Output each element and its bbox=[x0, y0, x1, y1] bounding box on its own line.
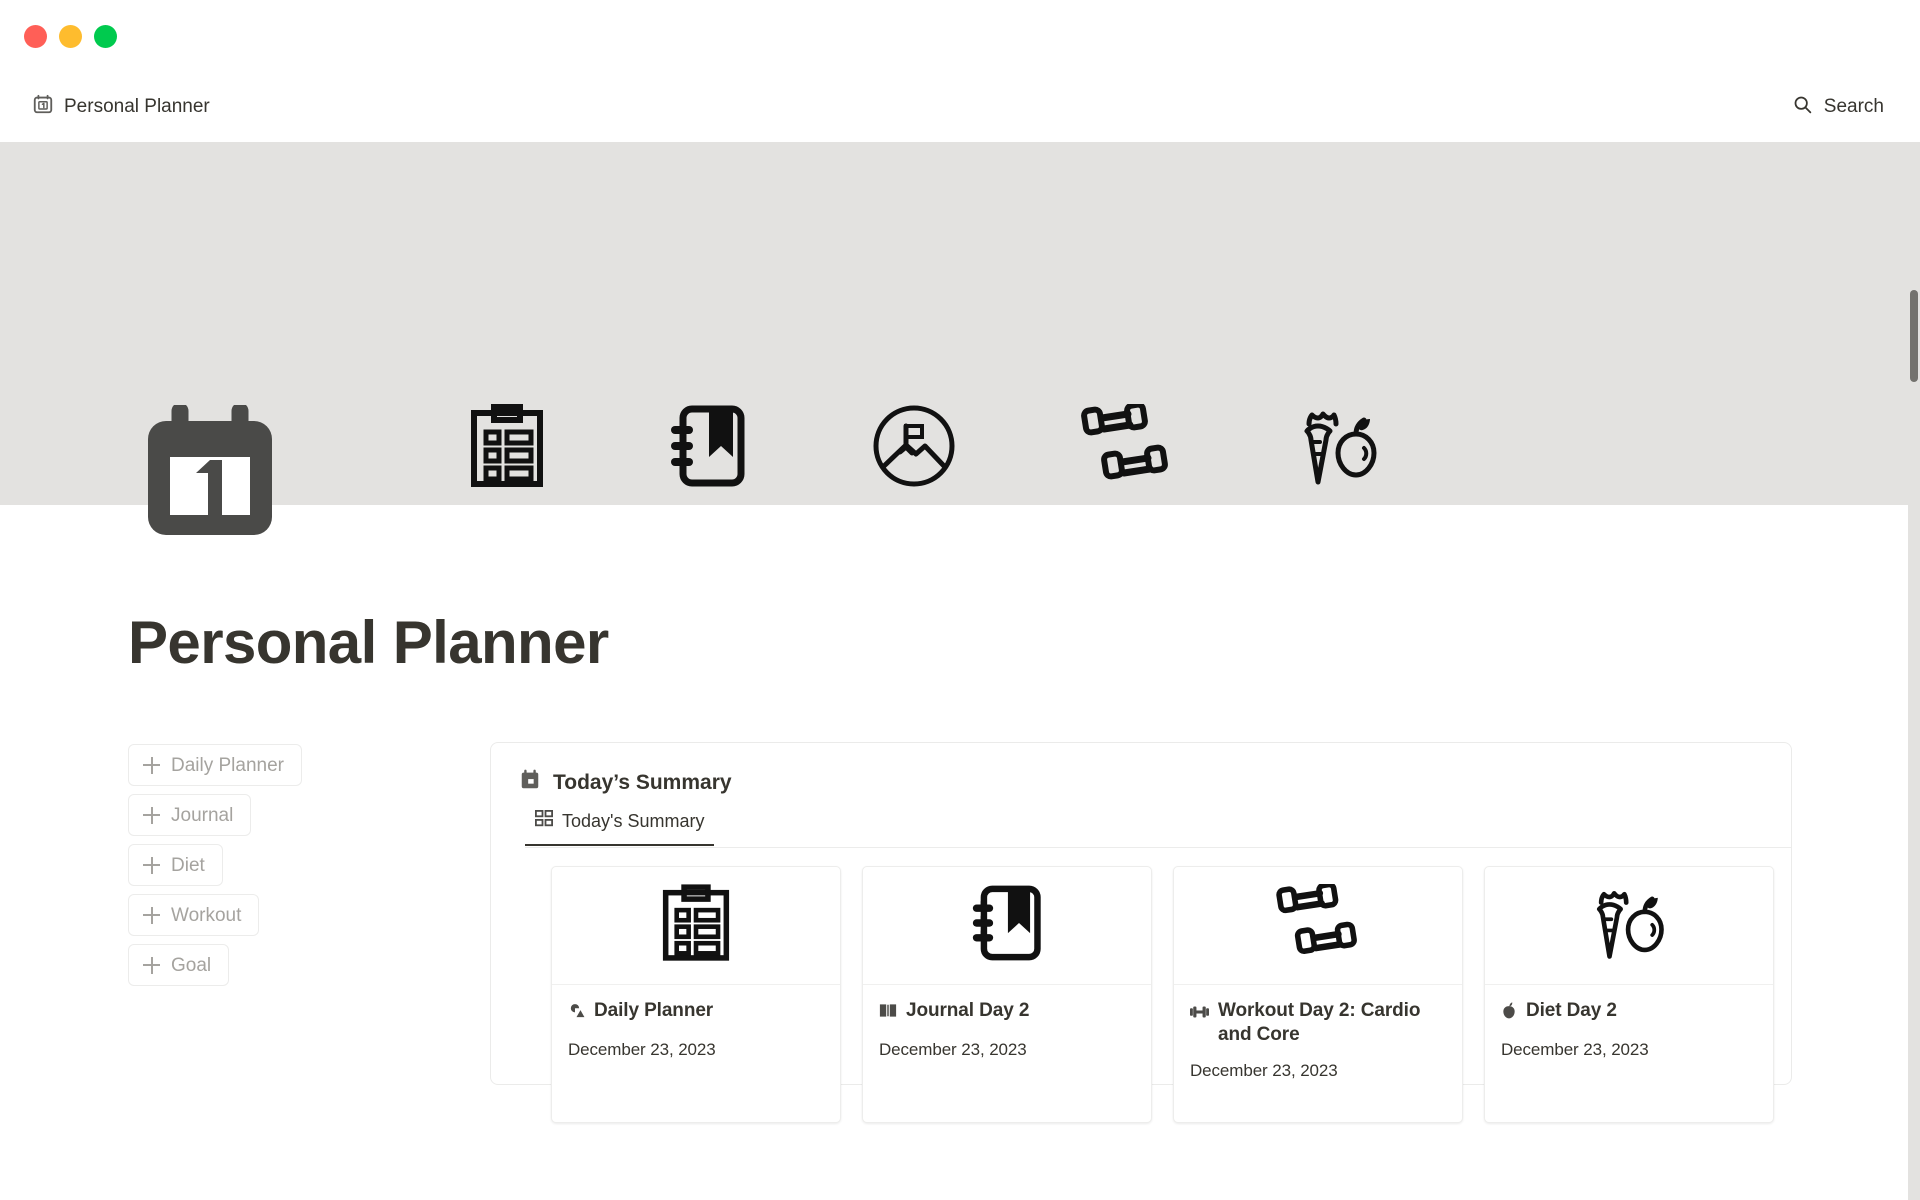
card-body: Workout Day 2: Cardio and Core December … bbox=[1174, 985, 1462, 1081]
card-body: Diet Day 2 December 23, 2023 bbox=[1485, 985, 1773, 1060]
add-button-label: Diet bbox=[171, 854, 205, 876]
add-daily-planner-button[interactable]: Daily Planner bbox=[128, 744, 302, 786]
summary-panel-title: Today’s Summary bbox=[553, 770, 732, 794]
card-title-row: Diet Day 2 bbox=[1501, 999, 1757, 1026]
topbar: Personal Planner Search bbox=[0, 72, 1920, 142]
plus-icon bbox=[143, 806, 160, 824]
add-workout-button[interactable]: Workout bbox=[128, 894, 260, 936]
card-body: Daily Planner December 23, 2023 bbox=[552, 985, 840, 1060]
card-date: December 23, 2023 bbox=[1190, 1060, 1338, 1080]
card-date: December 23, 2023 bbox=[879, 1039, 1027, 1059]
card-title-row: Journal Day 2 bbox=[879, 999, 1135, 1026]
card-title: Daily Planner bbox=[594, 1000, 714, 1021]
add-button-label: Daily Planner bbox=[171, 754, 284, 776]
card-journal-day-2[interactable]: Journal Day 2 December 23, 2023 bbox=[862, 866, 1152, 1123]
card-body: Journal Day 2 December 23, 2023 bbox=[863, 985, 1151, 1060]
summary-card-grid: Daily Planner December 23, 2023 Journal … bbox=[491, 848, 1791, 1123]
todays-summary-panel: Today’s Summary Today's Summary Daily Pl… bbox=[490, 742, 1792, 1123]
gallery-grid-icon bbox=[534, 809, 553, 833]
card-cover bbox=[863, 867, 1151, 985]
window-titlebar bbox=[0, 0, 1920, 72]
card-diet-day-2[interactable]: Diet Day 2 December 23, 2023 bbox=[1484, 866, 1774, 1123]
close-window-button[interactable] bbox=[24, 24, 47, 48]
breadcrumb[interactable]: Personal Planner bbox=[24, 89, 218, 125]
card-date: December 23, 2023 bbox=[568, 1039, 716, 1059]
plus-icon bbox=[143, 956, 160, 974]
summary-panel-header: Today’s Summary bbox=[491, 743, 1791, 796]
card-date: December 23, 2023 bbox=[1501, 1039, 1649, 1059]
card-title-row: Workout Day 2: Cardio and Core bbox=[1190, 999, 1446, 1047]
add-journal-button[interactable]: Journal bbox=[128, 794, 252, 836]
add-diet-button[interactable]: Diet bbox=[128, 844, 223, 886]
add-button-label: Goal bbox=[171, 954, 212, 976]
vertical-scrollbar-track[interactable] bbox=[1908, 142, 1920, 1200]
chart-shapes-icon bbox=[568, 1002, 585, 1026]
page-title: Personal Planner bbox=[128, 609, 609, 676]
plus-icon bbox=[143, 756, 160, 774]
tab-todays-summary[interactable]: Today's Summary bbox=[525, 809, 715, 846]
search-button[interactable]: Search bbox=[1782, 89, 1894, 126]
bookmarked-notebook-icon bbox=[971, 884, 1043, 967]
maximize-window-button[interactable] bbox=[94, 24, 117, 48]
open-book-icon bbox=[879, 1002, 897, 1026]
card-title-row: Daily Planner bbox=[568, 999, 824, 1026]
apple-icon bbox=[1501, 1002, 1517, 1026]
card-title: Diet Day 2 bbox=[1526, 1000, 1617, 1021]
breadcrumb-label: Personal Planner bbox=[64, 96, 210, 117]
calendar-icon bbox=[519, 769, 541, 796]
dumbbell-icon bbox=[1190, 1002, 1209, 1026]
carrot-apple-icon bbox=[1589, 884, 1669, 967]
minimize-window-button[interactable] bbox=[59, 24, 82, 48]
plus-icon bbox=[143, 856, 160, 874]
card-workout-day-2[interactable]: Workout Day 2: Cardio and Core December … bbox=[1173, 866, 1463, 1123]
add-buttons-column: Daily Planner Journal Diet Workout Goal bbox=[128, 744, 302, 986]
card-title: Workout Day 2: Cardio and Core bbox=[1218, 1000, 1421, 1045]
plus-icon bbox=[143, 906, 160, 924]
card-cover bbox=[552, 867, 840, 985]
tab-label: Today's Summary bbox=[562, 811, 705, 831]
search-icon bbox=[1792, 94, 1813, 121]
vertical-scrollbar-thumb[interactable] bbox=[1910, 290, 1918, 382]
traffic-lights bbox=[24, 24, 117, 48]
card-cover bbox=[1174, 867, 1462, 985]
dumbbells-icon bbox=[1276, 881, 1360, 967]
card-daily-planner[interactable]: Daily Planner December 23, 2023 bbox=[551, 866, 841, 1123]
page-content: Personal Planner Daily Planner Journal D… bbox=[0, 142, 1908, 1200]
card-cover bbox=[1485, 867, 1773, 985]
card-title: Journal Day 2 bbox=[906, 1000, 1030, 1021]
clipboard-checklist-icon bbox=[662, 884, 730, 967]
calendar-1-icon bbox=[32, 93, 54, 121]
page-icon-calendar-1[interactable] bbox=[140, 402, 280, 546]
search-label: Search bbox=[1823, 96, 1884, 117]
add-button-label: Journal bbox=[171, 804, 234, 826]
add-goal-button[interactable]: Goal bbox=[128, 944, 230, 986]
add-button-label: Workout bbox=[171, 904, 242, 926]
summary-tabs: Today's Summary bbox=[525, 809, 1791, 848]
